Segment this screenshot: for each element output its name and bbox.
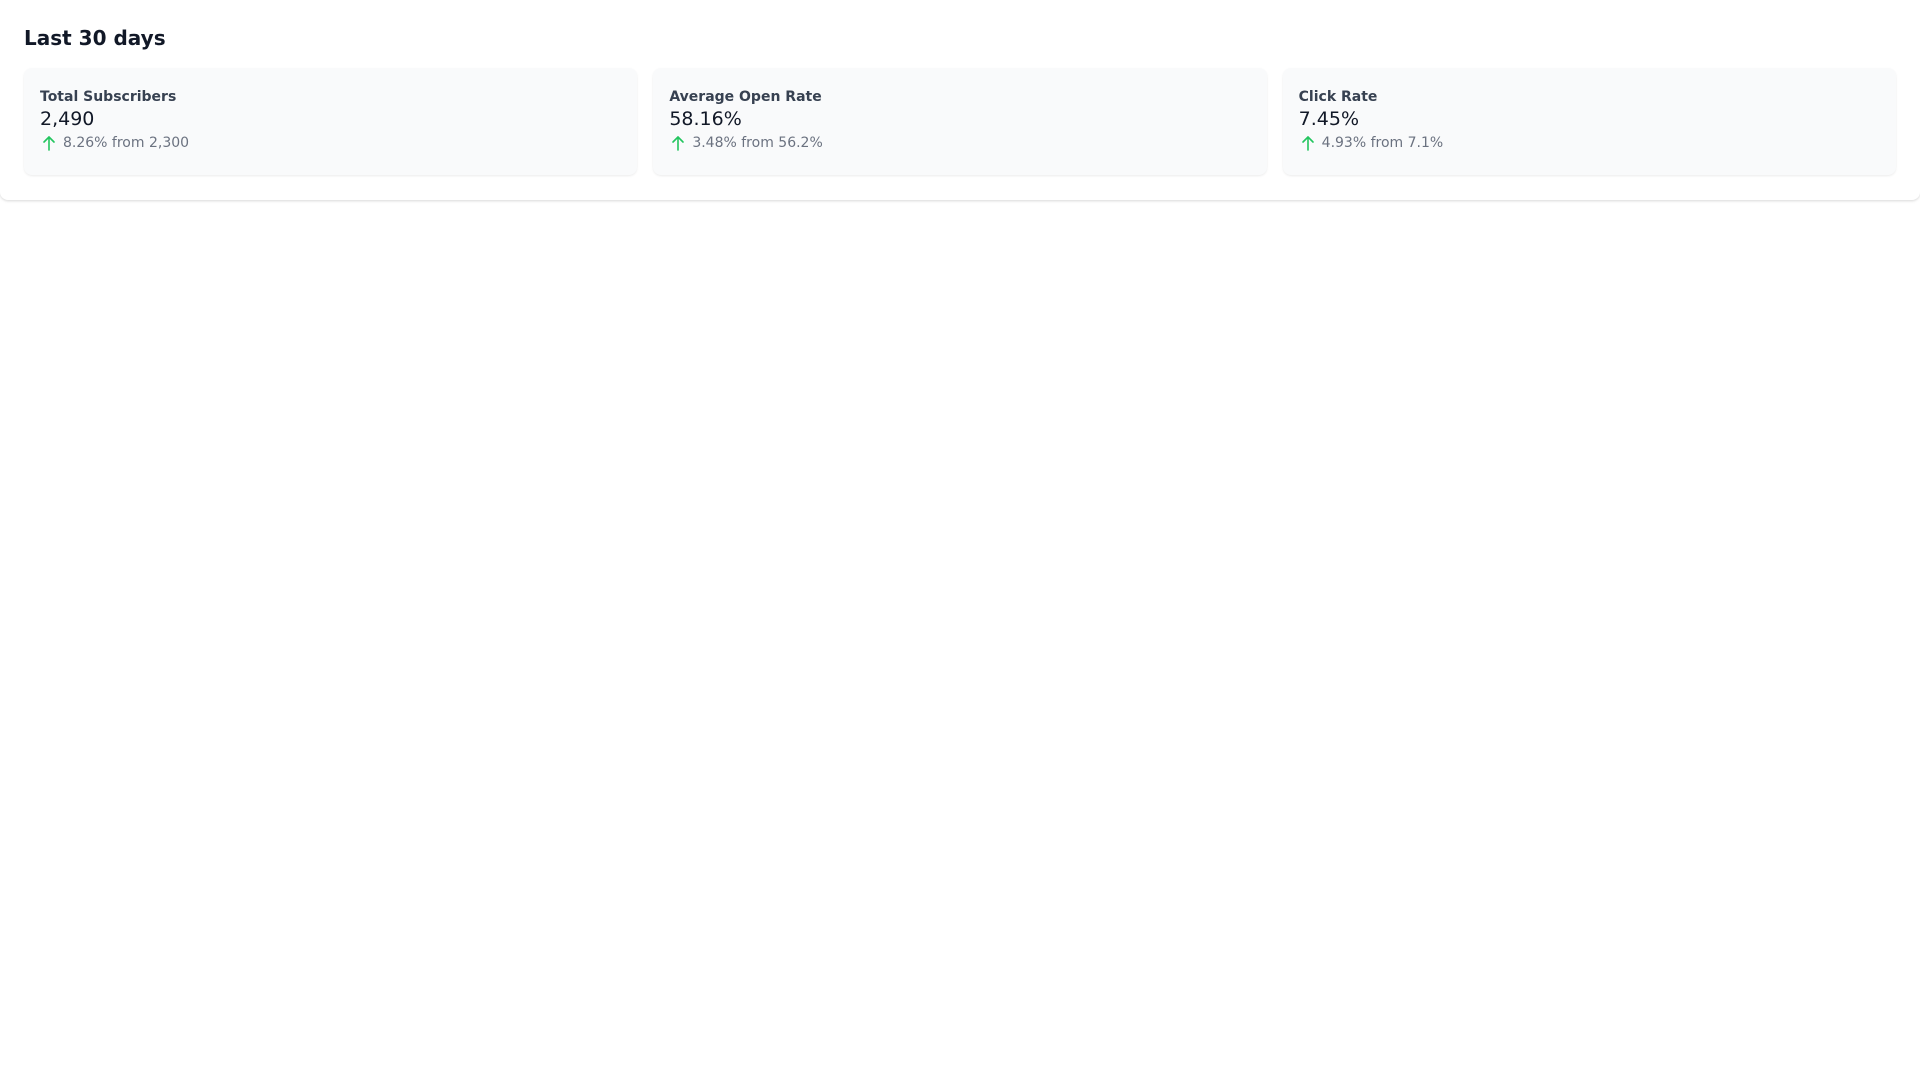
stat-card-total-subscribers: Total Subscribers 2,490 8.26% from 2,300: [24, 68, 638, 175]
stat-change: 3.48% from 56.2%: [669, 133, 1250, 153]
stat-label: Total Subscribers: [40, 89, 177, 105]
arrow-up-icon: [40, 134, 58, 152]
stat-label: Average Open Rate: [669, 89, 822, 105]
stat-value: 2,490: [40, 108, 95, 130]
stat-value: 7.45%: [1298, 108, 1360, 130]
stat-card-click-rate: Click Rate 7.45% 4.93% from 7.1%: [1282, 68, 1896, 175]
stat-change: 4.93% from 7.1%: [1299, 133, 1880, 153]
arrow-up-icon: [669, 134, 687, 152]
stats-cards: Total Subscribers 2,490 8.26% from 2,300…: [24, 68, 1896, 175]
stats-panel: Last 30 days Total Subscribers 2,490 8.2…: [0, 0, 1920, 200]
stat-label: Click Rate: [1298, 89, 1378, 105]
stat-change-text: 4.93% from 7.1%: [1321, 135, 1444, 151]
stat-change: 8.26% from 2,300: [40, 133, 621, 153]
arrow-up-icon: [1299, 134, 1317, 152]
stat-value: 58.16%: [669, 108, 742, 130]
stat-change-text: 8.26% from 2,300: [63, 135, 190, 151]
page-title: Last 30 days: [24, 26, 166, 50]
stat-change-text: 3.48% from 56.2%: [692, 135, 823, 151]
stat-card-average-open-rate: Average Open Rate 58.16% 3.48% from 56.2…: [653, 68, 1267, 175]
